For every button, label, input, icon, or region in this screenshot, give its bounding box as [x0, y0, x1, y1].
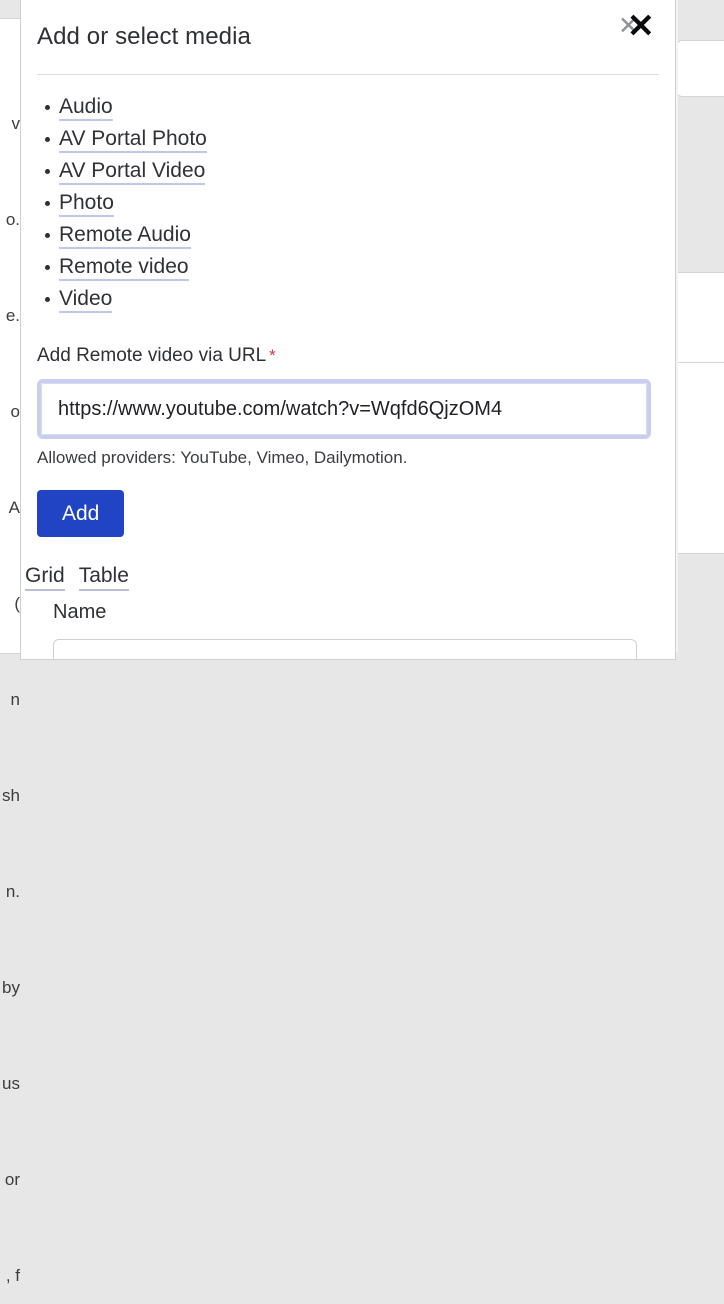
close-button[interactable]: ✕ ✕: [609, 6, 657, 46]
list-item: Remote Audio: [59, 219, 659, 251]
background-text-line: or: [0, 1164, 20, 1196]
background-text-line: sh: [0, 780, 20, 812]
background-panel-bottom-right: [676, 362, 724, 554]
list-item: Video: [59, 283, 659, 315]
list-item: Photo: [59, 187, 659, 219]
background-text-line: us: [0, 1068, 20, 1100]
remote-video-url-field: Add Remote video via URL* Allowed provid…: [37, 345, 659, 537]
background-text-line: e.: [0, 300, 20, 332]
background-panel-top-right: [676, 40, 724, 97]
background-text-line: , f: [0, 1260, 20, 1292]
background-text-line: v: [0, 108, 20, 140]
required-asterisk: *: [269, 346, 276, 365]
list-item: Remote video: [59, 251, 659, 283]
dialog-body: Audio AV Portal Photo AV Portal Video Ph…: [21, 75, 675, 660]
background-text-line: o.: [0, 204, 20, 236]
media-results: Name: [37, 601, 659, 660]
column-header-name: Name: [53, 601, 659, 624]
url-input[interactable]: [41, 383, 647, 435]
close-icon: ✕: [627, 9, 655, 42]
list-item: AV Portal Photo: [59, 123, 659, 155]
background-text-fragments: v o. e. o A ( n sh n. by us or , f: [0, 44, 20, 1304]
background-text-line: by: [0, 972, 20, 1004]
background-text-line: o: [0, 396, 20, 428]
media-type-av-portal-video[interactable]: AV Portal Video: [59, 159, 205, 185]
background-text-line: A: [0, 492, 20, 524]
list-item: AV Portal Video: [59, 155, 659, 187]
tab-grid[interactable]: Grid: [25, 564, 65, 591]
dialog-header: Add or select media ✕ ✕: [21, 0, 675, 74]
background-text-line: (: [0, 588, 20, 620]
media-type-video[interactable]: Video: [59, 287, 112, 313]
url-input-focus-ring: [37, 379, 651, 439]
background-text-line: n: [0, 684, 20, 716]
view-mode-tabs: Grid Table: [25, 564, 659, 591]
media-type-photo[interactable]: Photo: [59, 191, 114, 217]
url-field-label-text: Add Remote video via URL: [37, 345, 266, 366]
media-type-remote-audio[interactable]: Remote Audio: [59, 223, 191, 249]
allowed-providers-help: Allowed providers: YouTube, Vimeo, Daily…: [37, 448, 659, 468]
name-filter-input[interactable]: [53, 639, 637, 660]
media-type-av-portal-photo[interactable]: AV Portal Photo: [59, 127, 207, 153]
background-text-line: n.: [0, 876, 20, 908]
url-field-label: Add Remote video via URL*: [37, 345, 276, 367]
media-type-audio[interactable]: Audio: [59, 95, 113, 121]
tab-table[interactable]: Table: [79, 564, 129, 591]
list-item: Audio: [59, 91, 659, 123]
dialog-title: Add or select media: [37, 15, 251, 51]
media-type-list: Audio AV Portal Photo AV Portal Video Ph…: [37, 91, 659, 315]
background-panel-middle-right: [676, 272, 724, 364]
add-button[interactable]: Add: [37, 490, 124, 537]
media-type-remote-video[interactable]: Remote video: [59, 255, 189, 281]
add-or-select-media-dialog: Add or select media ✕ ✕ Audio AV Portal …: [20, 0, 676, 660]
